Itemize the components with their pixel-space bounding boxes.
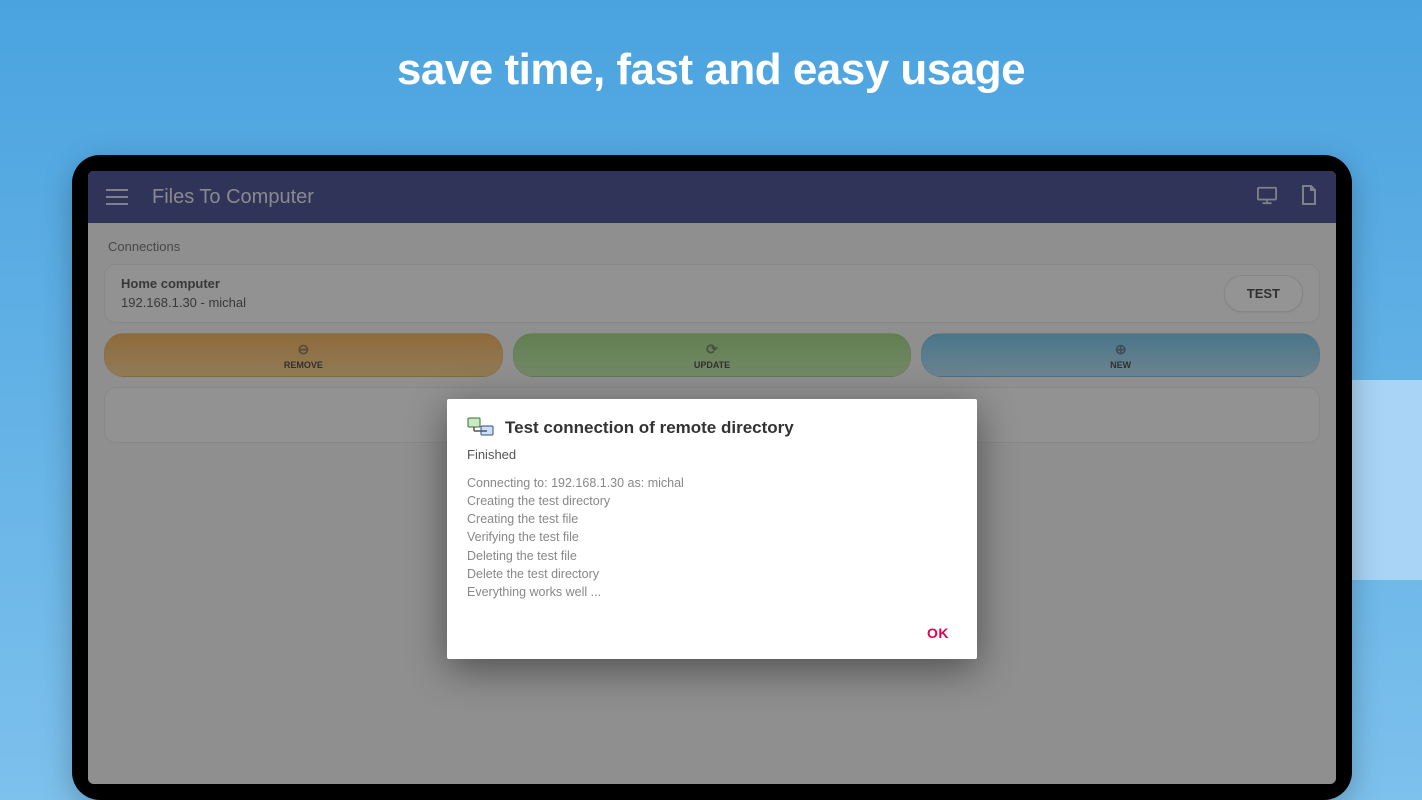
promo-headline: save time, fast and easy usage [0, 45, 1422, 95]
network-computers-icon [467, 417, 495, 439]
background-accent [1352, 380, 1422, 580]
test-connection-dialog: Test connection of remote directory Fini… [447, 399, 977, 659]
dialog-status: Finished [467, 447, 957, 462]
device-screen: Files To Computer Connections [88, 171, 1336, 784]
ok-button[interactable]: OK [919, 621, 957, 645]
dialog-log: Connecting to: 192.168.1.30 as: michal C… [467, 474, 957, 601]
dialog-actions: OK [467, 621, 957, 645]
dialog-title: Test connection of remote directory [505, 418, 794, 438]
dialog-header: Test connection of remote directory [467, 417, 957, 439]
device-frame: Files To Computer Connections [72, 155, 1352, 800]
